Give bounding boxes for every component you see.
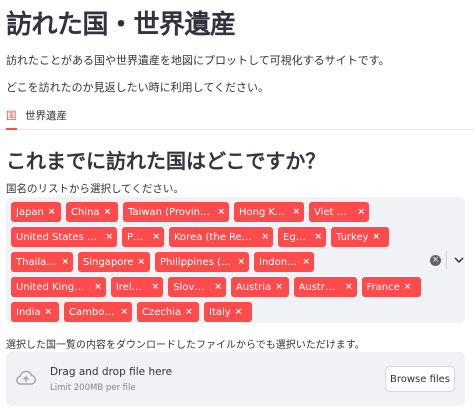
remove-chip-icon[interactable]: × [105, 232, 113, 242]
country-chip-label: Hong Kong [239, 206, 289, 218]
remove-chip-icon[interactable]: × [292, 207, 300, 217]
country-chip-label: United Kingdom ... [16, 281, 90, 293]
remove-chip-icon[interactable]: × [237, 257, 245, 267]
country-chip: Slovakia × [168, 277, 226, 297]
country-chip: Philippines (the) × [155, 252, 249, 272]
country-chip: Korea (the Repu... × [169, 227, 273, 247]
country-chip-label: Austria [235, 281, 272, 293]
country-multiselect[interactable]: Japan × China × Taiwan (Provinc... × Hong Kong… [6, 197, 465, 323]
remove-chip-icon[interactable]: × [45, 307, 53, 317]
clear-all-icon[interactable]: × [430, 255, 441, 266]
chip-row: Thailand × Singapore × Philippines (the) × Ind… [11, 252, 421, 272]
remove-chip-icon[interactable]: × [302, 257, 310, 267]
chip-row: Japan × China × Taiwan (Provinc... × Hong Kong… [11, 202, 421, 222]
country-chip-label: Thailand [16, 256, 58, 268]
country-chip: Australia × [293, 277, 357, 297]
country-chip: Egypt × [278, 227, 326, 247]
upload-label: 選択した国一覧の内容をダウンロードしたファイルからでも選択いただけます。 [6, 340, 365, 351]
country-chip-label: United States of ... [16, 231, 102, 243]
country-select-label: 国名のリストから選択してください。 [6, 183, 184, 195]
country-chip: China × [66, 202, 118, 222]
country-chip: Thailand × [11, 252, 73, 272]
country-chip: France × [361, 277, 421, 297]
file-dropzone[interactable]: Drag and drop file here Limit 200MB per … [6, 352, 465, 406]
country-chip-label: Peru [127, 231, 149, 243]
country-chip-label: Indonesia [259, 256, 299, 268]
remove-chip-icon[interactable]: × [152, 232, 160, 242]
country-chip: Austria × [230, 277, 289, 297]
country-chip-label: Singapore [83, 256, 134, 268]
country-chip: Italy × [204, 302, 252, 322]
country-chip: Peru × [122, 227, 164, 247]
remove-chip-icon[interactable]: × [357, 207, 365, 217]
page-title: 訪れた国・世界遺産 [6, 10, 236, 40]
section-heading: これまでに訪れた国はどこですか？ [6, 149, 326, 173]
remove-chip-icon[interactable]: × [235, 307, 243, 317]
remove-chip-icon[interactable]: × [214, 282, 222, 292]
country-chip-label: Italy [209, 306, 231, 318]
country-chip: Indonesia× [254, 252, 314, 272]
country-chip: Ireland × [110, 277, 164, 297]
country-chip-label: Ireland [115, 281, 148, 293]
chip-row: United Kingdom ...×Ireland×Slovakia×Aust… [11, 277, 421, 297]
country-chip: United States of ... × [11, 227, 117, 247]
tab-divider [0, 129, 474, 130]
country-chip-label: Australia [298, 281, 341, 293]
country-chip-label: Turkey [336, 231, 369, 243]
multiselect-divider [446, 251, 447, 269]
remove-chip-icon[interactable]: × [404, 282, 412, 292]
remove-chip-icon[interactable]: × [217, 207, 225, 217]
remove-chip-icon[interactable]: × [185, 307, 193, 317]
country-chip: Czechia × [137, 302, 199, 322]
country-chip: Hong Kong × [234, 202, 304, 222]
remove-chip-icon[interactable]: × [120, 307, 128, 317]
remove-chip-icon[interactable]: × [94, 282, 102, 292]
country-chip: Turkey × [331, 227, 389, 247]
country-chip: Cambodia × [64, 302, 132, 322]
remove-chip-icon[interactable]: × [48, 207, 56, 217]
intro-text-1: 訪れたことがある国や世界遺産を地図にプロットして可視化するサイトです。 [6, 54, 390, 67]
remove-chip-icon[interactable]: × [261, 232, 269, 242]
dropzone-instructions: Drag and drop file here [50, 366, 173, 378]
tab-countries[interactable]: 国 [6, 108, 17, 123]
country-chip-label: Egypt [283, 231, 311, 243]
country-chip-label: Cambodia [69, 306, 117, 318]
remove-chip-icon[interactable]: × [137, 257, 145, 267]
country-chip: India × [11, 302, 59, 322]
country-chip-label: Japan [16, 206, 44, 218]
remove-chip-icon[interactable]: × [152, 282, 160, 292]
country-chip: Viet Nam × [309, 202, 369, 222]
active-tab-indicator [6, 128, 17, 130]
country-chip: Taiwan (Provinc... × [123, 202, 229, 222]
cloud-upload-icon [16, 370, 37, 385]
tab-world-heritage[interactable]: 世界遺産 [25, 108, 67, 123]
country-chip-label: Philippines (the) [160, 256, 234, 268]
remove-chip-icon[interactable]: × [314, 232, 322, 242]
country-chip-label: France [366, 281, 400, 293]
country-chip: Singapore × [78, 252, 150, 272]
remove-chip-icon[interactable]: × [345, 282, 353, 292]
tab-bar: 国 世界遺産 [0, 108, 474, 130]
country-chip-label: Czechia [142, 306, 182, 318]
country-chip-label: China [71, 206, 100, 218]
selected-countries: Japan × China × Taiwan (Provinc... × Hong Kong… [11, 202, 421, 327]
remove-chip-icon[interactable]: × [61, 257, 69, 267]
intro-text-2: どこを訪れたのか見返したい時に利用してください。 [6, 81, 270, 94]
country-chip-label: Slovakia [173, 281, 210, 293]
country-chip-label: Taiwan (Provinc... [128, 206, 214, 218]
chevron-down-icon[interactable] [453, 254, 465, 266]
remove-chip-icon[interactable]: × [373, 232, 381, 242]
country-chip: United Kingdom ... × [11, 277, 106, 297]
country-chip-label: India [16, 306, 41, 318]
chip-row: United States of ... × Peru × Korea (the Rep… [11, 227, 421, 247]
country-chip: Japan × [11, 202, 61, 222]
dropzone-limit: Limit 200MB per file [50, 383, 136, 393]
remove-chip-icon[interactable]: × [275, 282, 283, 292]
chip-row: India × Cambodia × Czechia × Italy × [11, 302, 421, 322]
remove-chip-icon[interactable]: × [104, 207, 112, 217]
country-chip-label: Korea (the Repu... [174, 231, 258, 243]
browse-files-button[interactable]: Browse files [385, 366, 455, 392]
country-chip-label: Viet Nam [314, 206, 353, 218]
